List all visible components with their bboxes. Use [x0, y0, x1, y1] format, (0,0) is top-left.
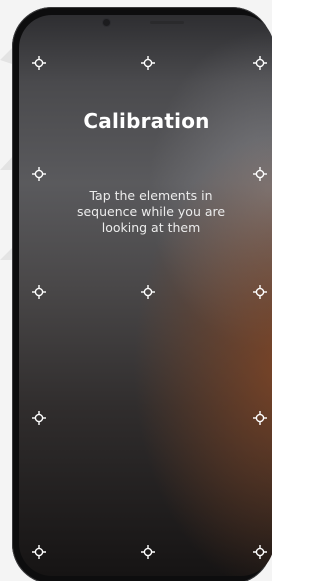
crosshair-icon: [141, 545, 155, 559]
front-camera: [103, 19, 110, 26]
crosshair-icon: [253, 545, 267, 559]
phone-frame: Calibration Tap the elements in sequence…: [12, 7, 272, 581]
calibration-target-7[interactable]: [141, 285, 155, 299]
earpiece-speaker: [150, 21, 184, 24]
calibration-target-2[interactable]: [141, 56, 155, 70]
calibration-target-6[interactable]: [32, 285, 46, 299]
crosshair-icon: [253, 167, 267, 181]
crosshair-icon: [141, 285, 155, 299]
crosshair-icon: [32, 545, 46, 559]
crosshair-icon: [32, 167, 46, 181]
calibration-target-8[interactable]: [253, 285, 267, 299]
phone-screen: Calibration Tap the elements in sequence…: [19, 15, 272, 576]
calibration-title: Calibration: [83, 109, 210, 133]
calibration-target-9[interactable]: [32, 411, 46, 425]
crosshair-icon: [32, 56, 46, 70]
calibration-instructions: Tap the elements in sequence while you a…: [76, 188, 226, 235]
crosshair-icon: [253, 56, 267, 70]
calibration-target-13[interactable]: [253, 545, 267, 559]
calibration-target-11[interactable]: [32, 545, 46, 559]
calibration-target-3[interactable]: [253, 56, 267, 70]
calibration-target-12[interactable]: [141, 545, 155, 559]
calibration-target-5[interactable]: [253, 167, 267, 181]
crosshair-icon: [253, 411, 267, 425]
calibration-target-4[interactable]: [32, 167, 46, 181]
calibration-target-10[interactable]: [253, 411, 267, 425]
calibration-target-1[interactable]: [32, 56, 46, 70]
crosshair-icon: [32, 411, 46, 425]
crosshair-icon: [253, 285, 267, 299]
crosshair-icon: [141, 56, 155, 70]
screenshot-stage: PUBLICATIONS Calibration Tap the element…: [0, 0, 272, 581]
crosshair-icon: [32, 285, 46, 299]
